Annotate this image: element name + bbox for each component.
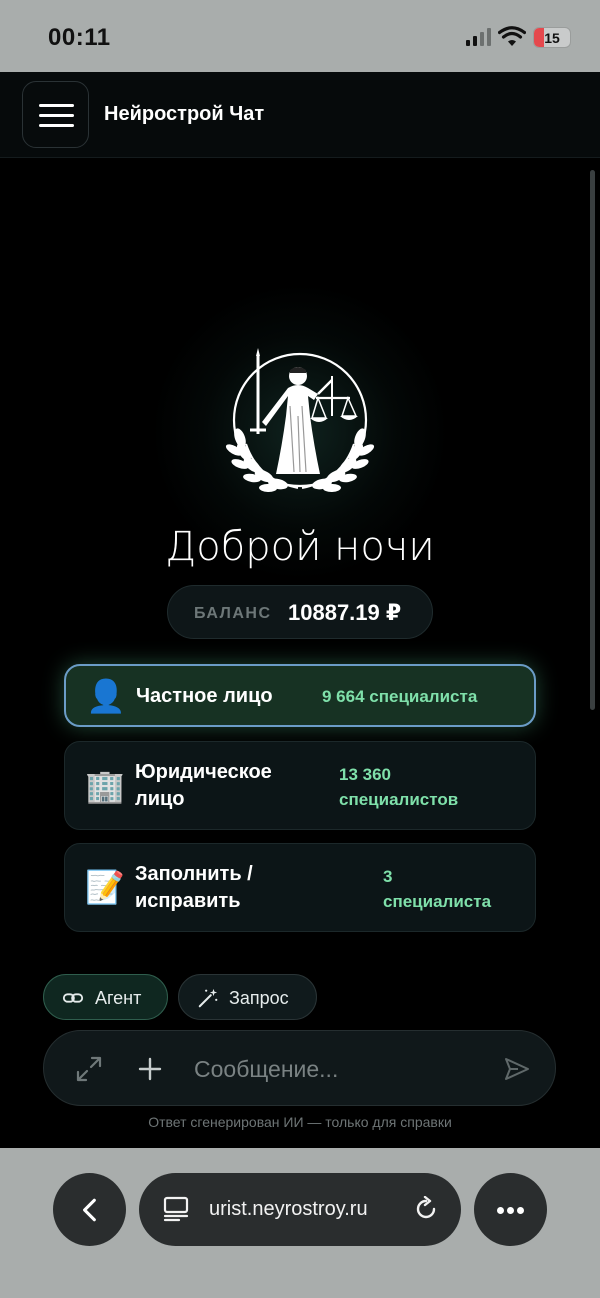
more-dot-icon bbox=[517, 1207, 524, 1214]
magic-wand-icon bbox=[198, 988, 218, 1008]
cellular-signal-icon bbox=[466, 28, 492, 46]
message-input[interactable]: Сообщение... bbox=[194, 1056, 338, 1083]
app-header: Нейрострой Чат bbox=[0, 72, 600, 158]
battery-icon: 15 bbox=[533, 27, 571, 48]
send-icon[interactable] bbox=[503, 1055, 531, 1083]
balance-label: БАЛАНС bbox=[194, 605, 272, 622]
specialist-card-fill-fix[interactable]: 📝 Заполнить / исправить 3 специалиста bbox=[64, 843, 536, 932]
status-time: 00:11 bbox=[48, 24, 111, 51]
menu-button[interactable] bbox=[22, 81, 89, 148]
balance-value: 10887.19 ₽ bbox=[288, 600, 402, 625]
back-button[interactable] bbox=[53, 1173, 126, 1246]
more-dot-icon bbox=[497, 1207, 504, 1214]
plus-icon[interactable] bbox=[138, 1057, 162, 1081]
request-chip[interactable]: Запрос bbox=[178, 974, 317, 1020]
app-screen: Нейрострой Чат Доброй ночи БАЛАНС 10887.… bbox=[0, 72, 600, 1148]
app-title: Нейрострой Чат bbox=[104, 103, 265, 125]
agent-chip[interactable]: Агент bbox=[43, 974, 168, 1020]
ai-disclaimer: Ответ сгенерирован ИИ — только для справ… bbox=[148, 1114, 452, 1130]
card-count: 9 664 специалиста bbox=[322, 687, 478, 706]
person-icon: 👤 bbox=[86, 678, 126, 714]
link-icon bbox=[62, 993, 84, 1003]
status-bar: 00:11 15 bbox=[0, 0, 600, 72]
message-composer: Сообщение... bbox=[43, 1030, 556, 1106]
reload-icon[interactable] bbox=[413, 1196, 439, 1222]
card-count: 3 специалиста bbox=[383, 867, 492, 911]
memo-icon: 📝 bbox=[85, 869, 125, 905]
card-count: 13 360 специалистов bbox=[339, 765, 459, 809]
request-chip-label: Запрос bbox=[229, 988, 289, 1008]
office-building-icon: 🏢 bbox=[85, 768, 125, 804]
scrollbar[interactable] bbox=[590, 170, 595, 710]
address-bar[interactable]: urist.neyrostroy.ru bbox=[139, 1173, 461, 1246]
more-dot-icon bbox=[507, 1207, 514, 1214]
lady-justice-logo bbox=[225, 348, 375, 493]
expand-icon[interactable] bbox=[75, 1055, 103, 1083]
page-settings-icon bbox=[163, 1196, 189, 1222]
specialist-card-legal-entity[interactable]: 🏢 Юридическое лицо 13 360 специалистов bbox=[64, 741, 536, 830]
chevron-left-icon bbox=[83, 1198, 96, 1222]
more-options-button[interactable] bbox=[474, 1173, 547, 1246]
browser-toolbar: urist.neyrostroy.ru bbox=[0, 1148, 600, 1298]
card-title: Заполнить / исправить bbox=[135, 863, 253, 912]
greeting-heading: Доброй ночи bbox=[165, 524, 435, 570]
wifi-icon bbox=[498, 26, 526, 46]
battery-level: 15 bbox=[544, 30, 560, 46]
url-text: urist.neyrostroy.ru bbox=[209, 1198, 368, 1220]
agent-chip-label: Агент bbox=[95, 988, 142, 1008]
card-title: Частное лицо bbox=[136, 685, 273, 707]
balance-pill: БАЛАНС 10887.19 ₽ bbox=[167, 585, 433, 639]
specialist-card-private[interactable]: 👤 Частное лицо 9 664 специалиста bbox=[64, 664, 536, 727]
card-title: Юридическое лицо bbox=[135, 761, 272, 810]
